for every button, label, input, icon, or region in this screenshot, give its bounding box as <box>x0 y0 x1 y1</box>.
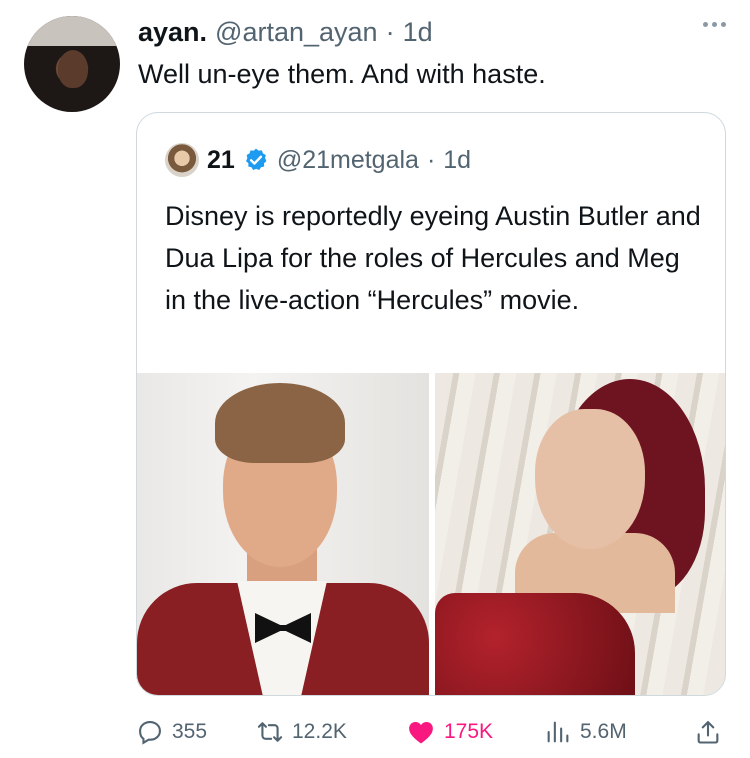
photo-woman-in-red-dress[interactable] <box>435 373 725 695</box>
retweet-count: 12.2K <box>292 720 347 743</box>
tweet-text: Well un-eye them. And with haste. <box>138 59 546 89</box>
quoted-author-handle[interactable]: @21metgala <box>277 146 419 175</box>
views-button[interactable]: 5.6M <box>544 712 627 752</box>
retweet-icon <box>257 722 283 742</box>
like-button[interactable]: 175K <box>406 712 493 752</box>
tweet-time[interactable]: 1d <box>403 14 433 50</box>
tweet-header: ayan. @artan_ayan · 1d <box>138 14 433 50</box>
photo-man-in-red-suit[interactable] <box>137 373 429 695</box>
quoted-author-name[interactable]: 21 <box>207 146 235 175</box>
reply-count: 355 <box>172 720 208 743</box>
author-avatar[interactable] <box>24 16 120 112</box>
retweet-button[interactable]: 12.2K <box>256 712 347 752</box>
author-handle[interactable]: @artan_ayan <box>215 14 378 50</box>
reply-icon <box>139 721 161 745</box>
verified-badge-icon <box>245 148 267 170</box>
reply-button[interactable]: 355 <box>136 712 207 752</box>
heart-icon <box>409 722 433 744</box>
quoted-tweet-text: Disney is reportedly eyeing Austin Butle… <box>165 201 701 315</box>
quoted-tweet[interactable]: 21 @21metgala · 1d Disney is reportedly … <box>136 112 726 696</box>
quoted-author-avatar[interactable] <box>165 143 199 177</box>
author-name[interactable]: ayan. <box>138 14 207 50</box>
share-icon <box>697 721 719 744</box>
quoted-tweet-header: 21 @21metgala · 1d <box>165 143 471 177</box>
share-button[interactable] <box>694 712 722 752</box>
views-count: 5.6M <box>580 720 627 743</box>
quoted-tweet-time[interactable]: 1d <box>443 146 471 175</box>
bar-chart-icon <box>547 721 569 743</box>
more-options-icon[interactable] <box>703 22 726 27</box>
like-count: 175K <box>444 720 494 743</box>
quoted-separator-dot: · <box>426 145 436 174</box>
tweet-actions: 355 12.2K 175K 5.6M <box>136 712 726 752</box>
separator-dot: · <box>385 17 395 47</box>
